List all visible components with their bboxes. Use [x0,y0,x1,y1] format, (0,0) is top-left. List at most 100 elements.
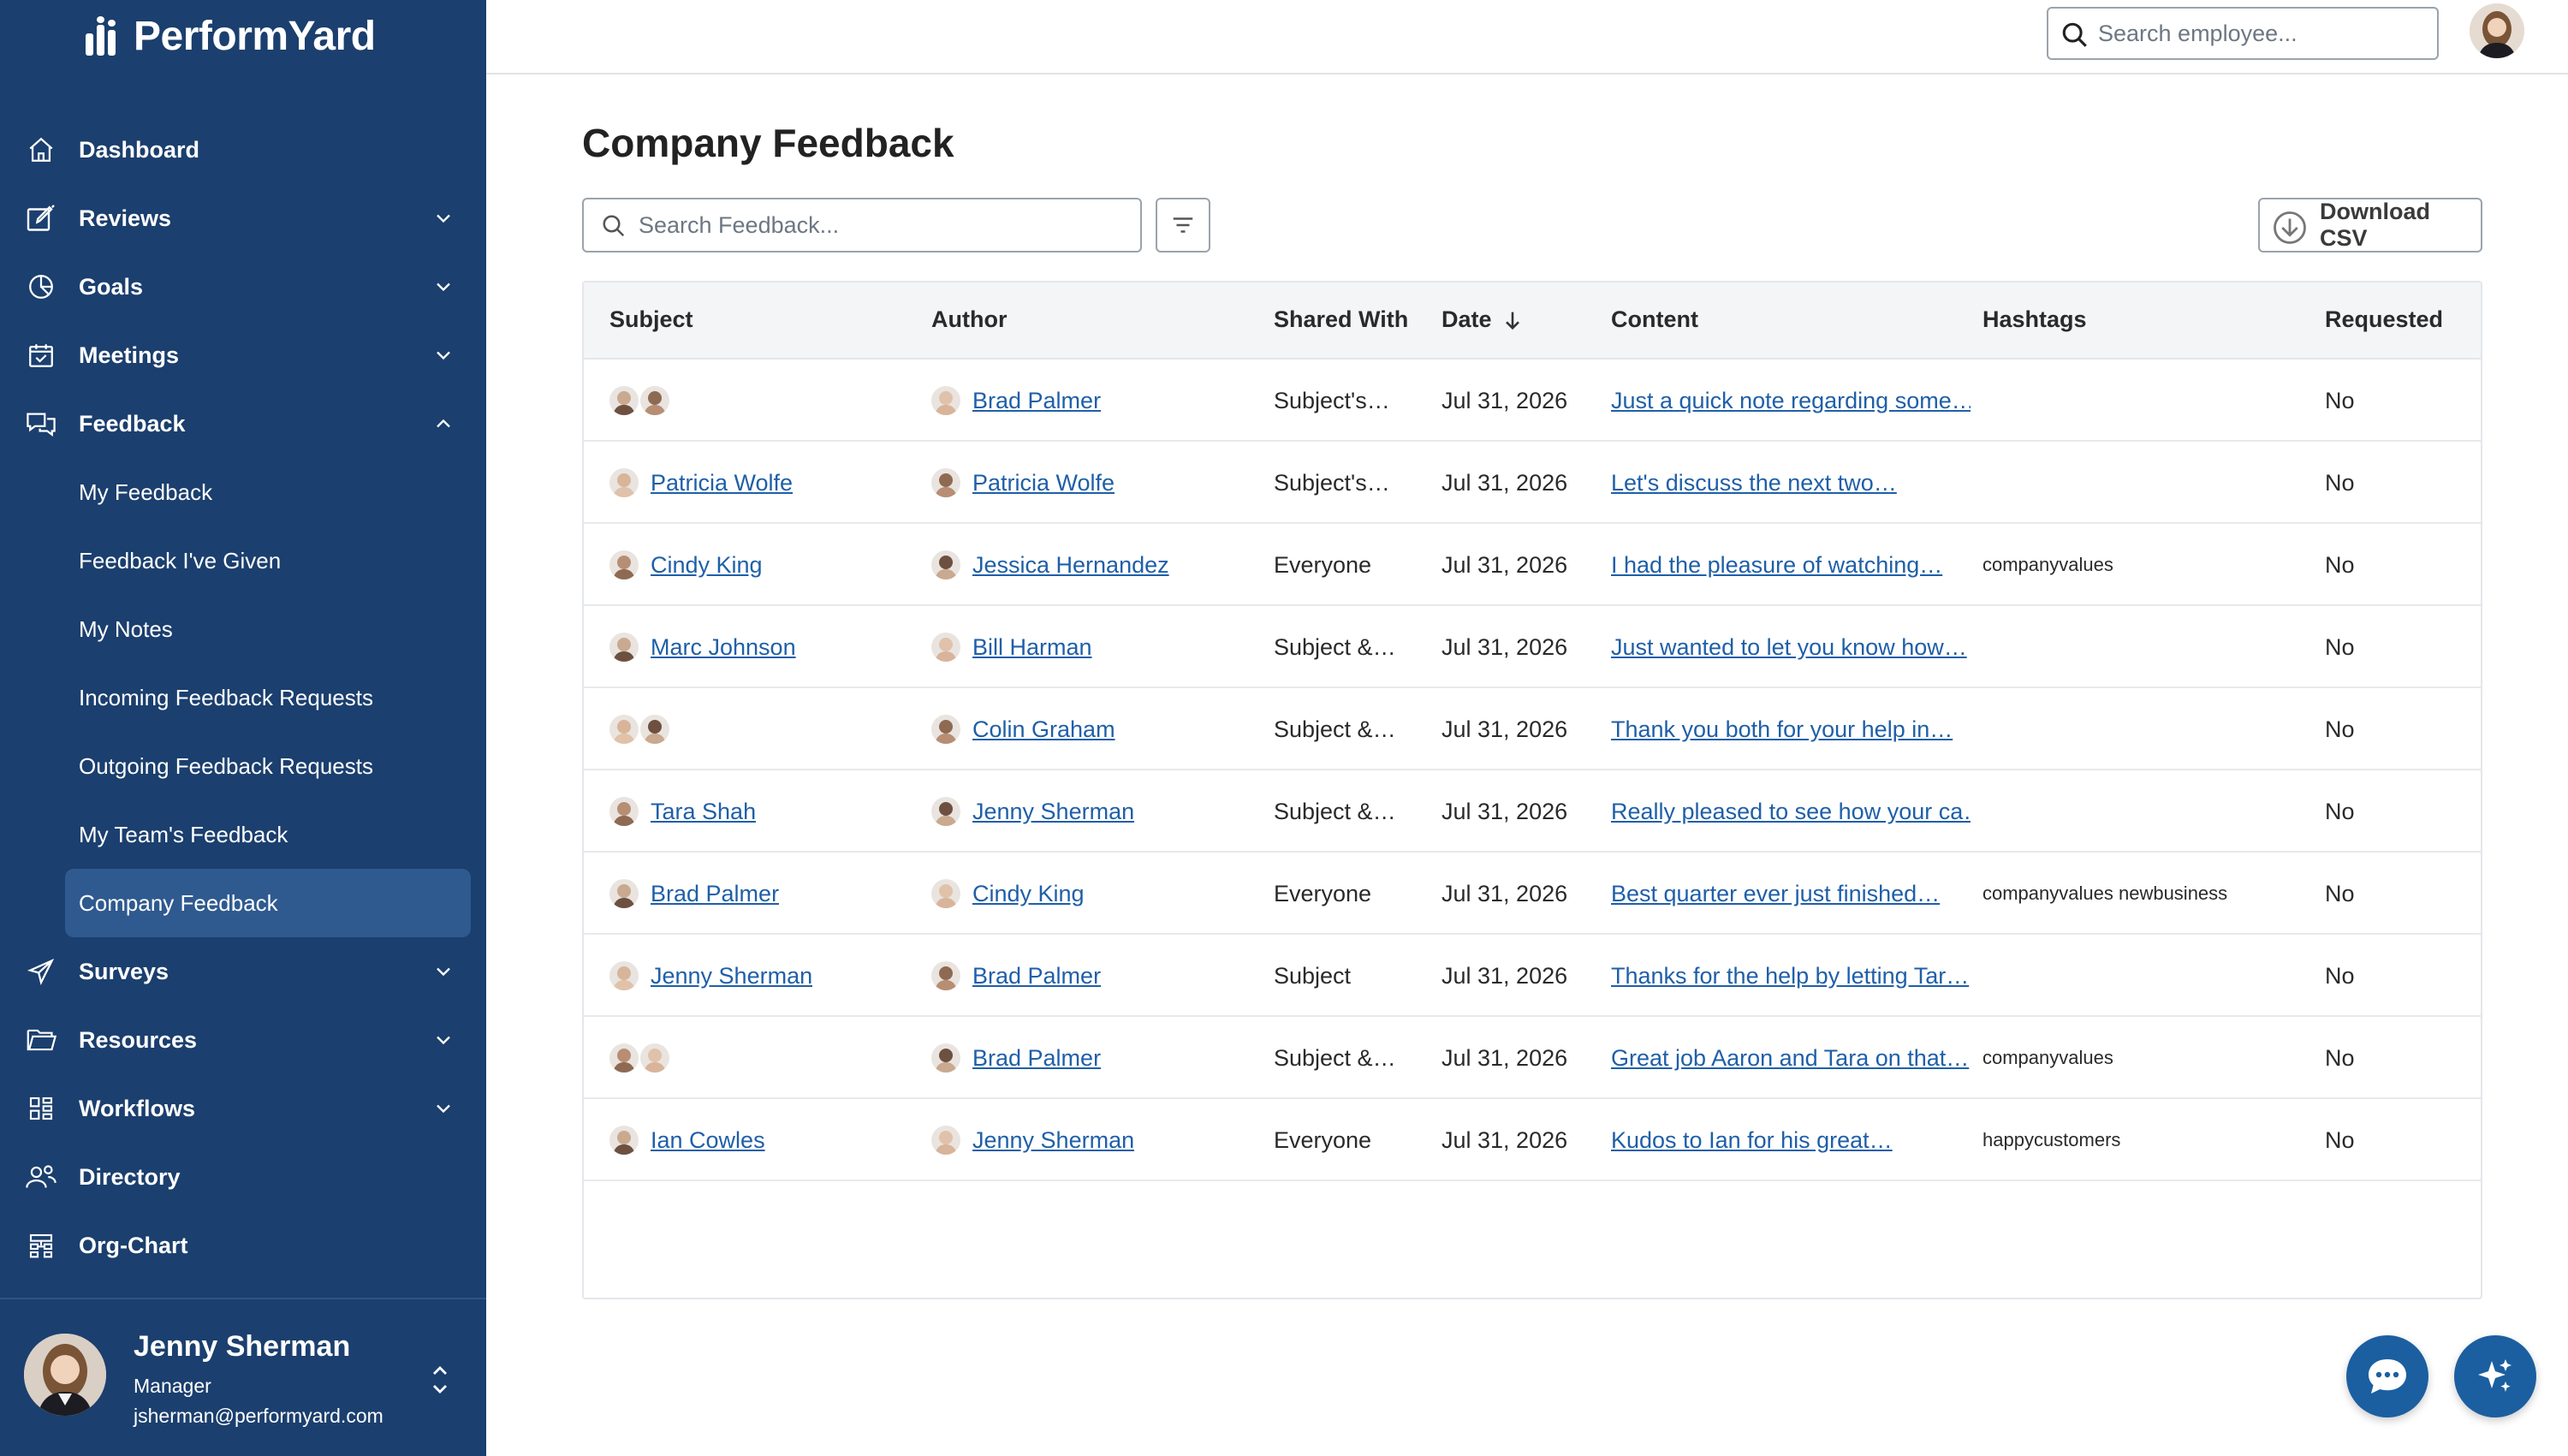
sidebar-subitem-company-feedback[interactable]: Company Feedback [65,869,471,937]
content-link[interactable]: Best quarter ever just finished… [1611,853,1971,935]
sidebar-subitem-my-notes[interactable]: My Notes [0,595,486,663]
chevron-down-icon[interactable] [431,275,455,299]
user-name: Jenny Sherman [134,1330,351,1363]
subject-cell[interactable] [609,688,918,770]
author-cell[interactable]: Jenny Sherman [931,1099,1257,1181]
author-link[interactable]: Jenny Sherman [972,1127,1134,1154]
chevron-down-icon[interactable] [431,960,455,984]
chevron-down-icon[interactable] [431,1028,455,1052]
table-row[interactable]: Jenny Sherman Brad Palmer Subject Jul 31, 2… [584,935,2481,1017]
subject-cell[interactable]: Patricia Wolfe [609,442,918,524]
author-cell[interactable]: Patricia Wolfe [931,442,1257,524]
sidebar-subitem-team-feedback[interactable]: My Team's Feedback [0,800,486,869]
content-link[interactable]: I had the pleasure of watching… [1611,524,1971,606]
chevron-down-icon[interactable] [431,206,455,230]
sidebar-item-meetings[interactable]: Meetings [0,321,486,389]
sidebar-subitem-incoming-requests[interactable]: Incoming Feedback Requests [0,663,486,732]
expand-toggle-icon[interactable] [428,1354,452,1405]
author-cell[interactable]: Brad Palmer [931,1017,1257,1099]
sidebar-item-workflows[interactable]: Workflows [0,1074,486,1143]
content-link[interactable]: Thank you both for your help in… [1611,688,1971,770]
content-link[interactable]: Thanks for the help by letting Tar… [1611,935,1971,1017]
column-subject[interactable]: Subject [609,306,693,333]
chevron-down-icon[interactable] [431,1096,455,1120]
column-content[interactable]: Content [1611,306,1698,333]
subject-cell[interactable]: Jenny Sherman [609,935,918,1017]
content-link[interactable]: Just wanted to let you know how… [1611,606,1971,688]
sidebar-item-directory[interactable]: Directory [0,1143,486,1211]
sidebar-item-goals[interactable]: Goals [0,253,486,321]
column-hashtags[interactable]: Hashtags [1982,306,2087,333]
subject-cell[interactable]: Tara Shah [609,770,918,853]
author-link[interactable]: Cindy King [972,881,1085,907]
author-link[interactable]: Brad Palmer [972,1045,1101,1072]
author-link[interactable]: Colin Graham [972,716,1115,743]
content-link[interactable]: Just a quick note regarding some… [1611,360,1971,442]
performyard-logo[interactable]: PerformYard [82,12,376,60]
table-row[interactable]: Colin Graham Subject &… Jul 31, 2026 Thank … [584,688,2481,770]
subject-cell[interactable]: Brad Palmer [609,853,918,935]
feedback-search-input[interactable]: Search Feedback... [582,198,1142,253]
content-link[interactable]: Great job Aaron and Tara on that… [1611,1017,1971,1099]
sidebar-item-org-chart[interactable]: Org-Chart [0,1211,486,1280]
author-cell[interactable]: Cindy King [931,853,1257,935]
sidebar-item-surveys[interactable]: Surveys [0,937,486,1006]
subject-link[interactable]: Jenny Sherman [651,963,812,989]
chat-button[interactable] [2346,1335,2428,1417]
author-cell[interactable]: Jenny Sherman [931,770,1257,853]
filter-button[interactable] [1156,198,1210,253]
author-link[interactable]: Jenny Sherman [972,799,1134,825]
author-link[interactable]: Brad Palmer [972,388,1101,414]
ai-assistant-button[interactable] [2454,1335,2536,1417]
subject-cell[interactable]: Marc Johnson [609,606,918,688]
chevron-up-icon[interactable] [431,412,455,436]
column-date[interactable]: Date [1442,306,1525,333]
sidebar-item-dashboard[interactable]: Dashboard [0,116,486,184]
table-row[interactable]: Brad Palmer Cindy King Everyone Jul 31, 202… [584,853,2481,935]
subject-link[interactable]: Marc Johnson [651,634,796,661]
download-csv-button[interactable]: Download CSV [2258,198,2482,253]
table-row[interactable]: Marc Johnson Bill Harman Subject &… Jul 31,… [584,606,2481,688]
subject-cell[interactable] [609,360,918,442]
sort-desc-icon[interactable] [1501,308,1525,332]
table-row[interactable]: Tara Shah Jenny Sherman Subject &… Jul 31, … [584,770,2481,853]
sidebar-subitem-my-feedback[interactable]: My Feedback [0,458,486,526]
subject-link[interactable]: Brad Palmer [651,881,779,907]
subject-link[interactable]: Cindy King [651,552,763,579]
author-cell[interactable]: Brad Palmer [931,360,1257,442]
subject-link[interactable]: Tara Shah [651,799,756,825]
sidebar-item-reviews[interactable]: Reviews [0,184,486,253]
author-cell[interactable]: Jessica Hernandez [931,524,1257,606]
column-requested[interactable]: Requested [2325,306,2443,333]
author-link[interactable]: Brad Palmer [972,963,1101,989]
table-row[interactable]: Patricia Wolfe Patricia Wolfe Subject's… Ju… [584,442,2481,524]
subject-cell[interactable] [609,1017,918,1099]
author-link[interactable]: Patricia Wolfe [972,470,1115,496]
table-row[interactable]: Cindy King Jessica Hernandez Everyone Jul 3… [584,524,2481,606]
current-user-card[interactable]: Jenny Sherman Manager jsherman@performya… [0,1298,486,1456]
content-link[interactable]: Let's discuss the next two… [1611,442,1971,524]
author-link[interactable]: Jessica Hernandez [972,552,1169,579]
sidebar-item-resources[interactable]: Resources [0,1006,486,1074]
chevron-down-icon[interactable] [431,343,455,367]
subject-cell[interactable]: Ian Cowles [609,1099,918,1181]
avatar[interactable] [2470,3,2524,58]
author-cell[interactable]: Bill Harman [931,606,1257,688]
content-link[interactable]: Kudos to Ian for his great… [1611,1099,1971,1181]
sidebar-subitem-feedback-given[interactable]: Feedback I've Given [0,526,486,595]
sidebar-item-feedback[interactable]: Feedback [0,389,486,458]
author-cell[interactable]: Colin Graham [931,688,1257,770]
column-shared-with[interactable]: Shared With [1274,306,1408,333]
table-row[interactable]: Ian Cowles Jenny Sherman Everyone Jul 31, 2… [584,1099,2481,1181]
author-cell[interactable]: Brad Palmer [931,935,1257,1017]
author-link[interactable]: Bill Harman [972,634,1092,661]
content-link[interactable]: Really pleased to see how your ca… [1611,770,1971,853]
table-row[interactable]: Brad Palmer Subject &… Jul 31, 2026 Great j… [584,1017,2481,1099]
sidebar-subitem-outgoing-requests[interactable]: Outgoing Feedback Requests [0,732,486,800]
column-author[interactable]: Author [931,306,1007,333]
subject-link[interactable]: Patricia Wolfe [651,470,793,496]
subject-cell[interactable]: Cindy King [609,524,918,606]
subject-link[interactable]: Ian Cowles [651,1127,765,1154]
table-row[interactable]: Brad Palmer Subject's… Jul 31, 2026 Just a … [584,360,2481,442]
employee-search-input[interactable]: Search employee... [2047,7,2439,60]
